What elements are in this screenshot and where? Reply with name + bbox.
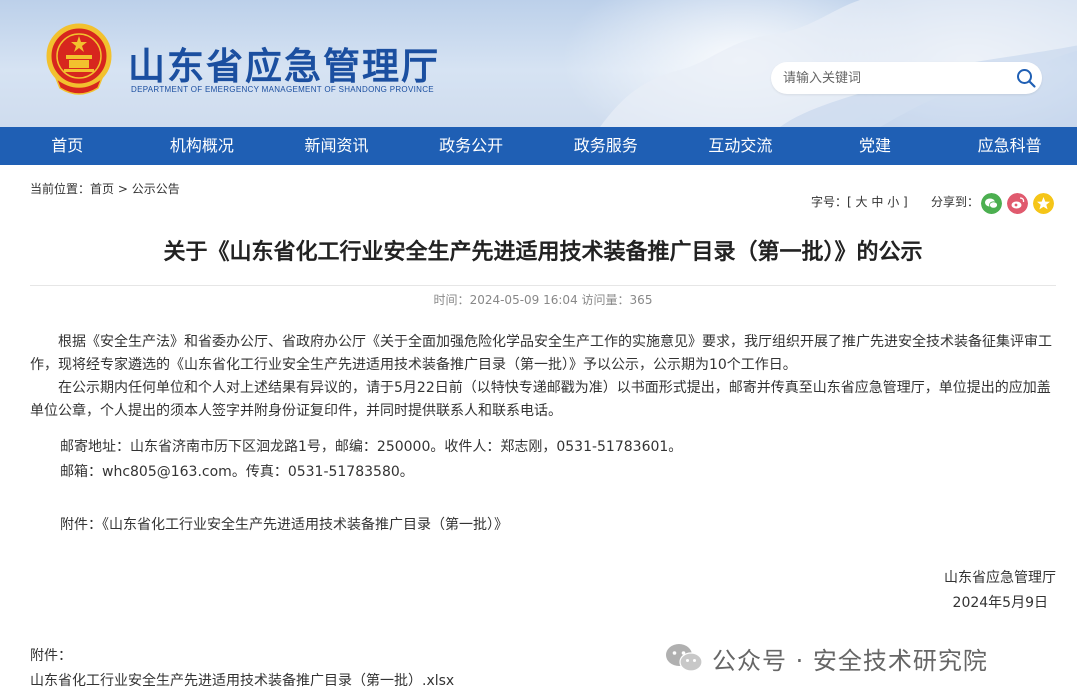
article-paragraph-1: 根据《安全生产法》和省委办公厅、省政府办公厅《关于全面加强危险化学品安全生产工作…	[30, 334, 1052, 373]
email-fax: 邮箱：whc805@163.com。传真：0531-51783580。	[60, 464, 414, 480]
sign-date: 2024年5月9日	[952, 595, 1048, 611]
meta-time: 2024-05-09 16:04	[469, 293, 578, 307]
watermark-text: 公众号 · 安全技术研究院	[712, 647, 988, 675]
breadcrumb-home-link[interactable]: 首页	[90, 182, 114, 196]
search-input[interactable]	[783, 68, 1008, 88]
font-size-medium[interactable]: 中	[871, 195, 883, 209]
title-divider	[30, 285, 1056, 286]
wechat-icon[interactable]	[981, 193, 1002, 214]
article-paragraph-2: 在公示期内任何单位和个人对上述结果有异议的，请于5月22日前（以特快专递邮戳为准…	[30, 380, 1051, 419]
nav-item-gov-services[interactable]: 政务服务	[539, 127, 674, 165]
search-box	[771, 62, 1042, 94]
site-header: 山东省应急管理厅 DEPARTMENT OF EMERGENCY MANAGEM…	[0, 0, 1077, 127]
nav-item-organization[interactable]: 机构概况	[135, 127, 270, 165]
meta-views-label: 访问量：	[581, 293, 630, 307]
article-title: 关于《山东省化工行业安全生产先进适用技术装备推广目录（第一批）》的公示	[163, 240, 923, 265]
national-emblem-icon	[46, 23, 112, 95]
nav-item-party[interactable]: 党建	[808, 127, 943, 165]
search-icon[interactable]	[1015, 67, 1037, 89]
font-size-small[interactable]: 小	[887, 195, 899, 209]
attachment-file-link[interactable]: 山东省化工行业安全生产先进适用技术装备推广目录（第一批）.xlsx	[30, 670, 454, 690]
breadcrumb-prefix: 当前位置：	[30, 182, 91, 196]
qzone-icon[interactable]	[1033, 193, 1054, 214]
breadcrumb-current-link[interactable]: 公示公告	[132, 182, 180, 196]
main-nav: 首页 机构概况 新闻资讯 政务公开 政务服务 互动交流 党建 应急科普	[0, 127, 1077, 165]
site-title: 山东省应急管理厅	[128, 45, 440, 88]
article-body: 根据《安全生产法》和省委办公厅、省政府办公厅《关于全面加强危险化学品安全生产工作…	[30, 331, 1057, 423]
nav-item-gov-affairs[interactable]: 政务公开	[404, 127, 539, 165]
font-size-large[interactable]: 大	[856, 195, 868, 209]
breadcrumb: 当前位置：首页 > 公示公告	[30, 180, 180, 197]
share-label: 分享到：	[931, 195, 980, 209]
bracket-close: ]	[899, 195, 908, 209]
signer: 山东省应急管理厅	[944, 570, 1056, 586]
wechat-watermark-icon	[666, 644, 703, 672]
nav-item-home[interactable]: 首页	[0, 127, 135, 165]
weibo-icon[interactable]	[1007, 193, 1028, 214]
nav-item-interaction[interactable]: 互动交流	[673, 127, 808, 165]
bracket-open: [	[847, 195, 856, 209]
article-meta: 时间：2024-05-09 16:04 访问量：365	[0, 291, 1077, 308]
breadcrumb-separator: >	[114, 182, 132, 196]
site-subtitle: DEPARTMENT OF EMERGENCY MANAGEMENT OF SH…	[131, 85, 434, 94]
mailing-address: 邮寄地址：山东省济南市历下区洄龙路1号，邮编：250000。收件人：郑志刚，05…	[60, 439, 683, 455]
font-size-switcher: 字号：[ 大 中 小 ]	[811, 193, 908, 210]
meta-views: 365	[629, 293, 653, 307]
meta-time-label: 时间：	[433, 293, 470, 307]
nav-item-news[interactable]: 新闻资讯	[269, 127, 404, 165]
attachment-inline: 附件：《山东省化工行业安全生产先进适用技术装备推广目录（第一批）》	[60, 517, 508, 533]
font-size-label: 字号：	[811, 195, 848, 209]
attachment-label: 附件：	[30, 648, 72, 664]
nav-item-science[interactable]: 应急科普	[942, 127, 1077, 165]
